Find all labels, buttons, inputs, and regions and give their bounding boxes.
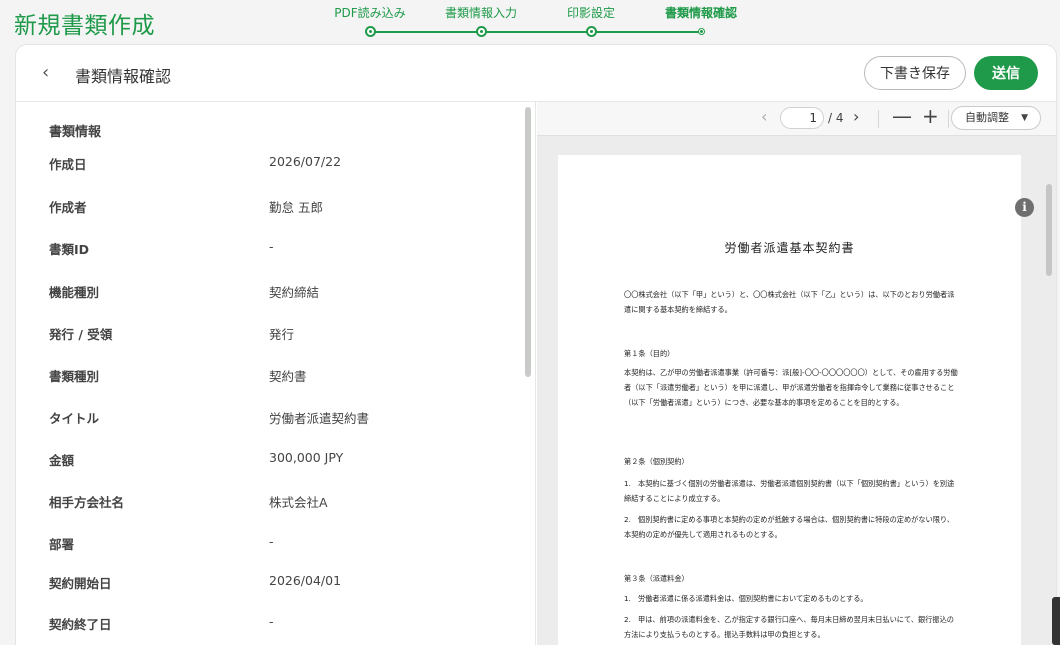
pdf-page: 労働者派遣基本契約書 〇〇株式会社（以下「甲」という）と、〇〇株式会社（以下「乙… — [558, 155, 1021, 645]
app-title: 新規書類作成 — [14, 13, 155, 39]
field-value: 2026/07/22 — [269, 154, 342, 169]
article-item: 1. 労働者派遣に係る派遣料金は、個別契約書において定めるものとする。 — [624, 594, 868, 603]
field-label: 発行 / 受領 — [49, 327, 113, 342]
article-item: 2. 甲は、前項の派遣料金を、乙が指定する銀行口座へ、毎月末日締め翌月末日払いに… — [624, 615, 954, 639]
chevron-left-icon[interactable]: ‹ — [761, 107, 767, 126]
section-title: 書類情報 — [49, 125, 102, 140]
article-heading: 第２条（個別契約） — [624, 457, 689, 466]
field-label: 機能種別 — [49, 285, 100, 300]
step-label: 書類情報確認 — [664, 6, 737, 20]
article-item: 1. 本契約に基づく個別の労働者派遣は、労働者派遣個別契約書（以下「個別契約書」… — [624, 479, 955, 503]
field-value: - — [269, 239, 274, 254]
field-label: 金額 — [49, 453, 75, 468]
toolbar-divider — [878, 110, 879, 128]
field-label: 書類ID — [49, 242, 90, 257]
save-draft-button[interactable]: 下書き保存 — [864, 56, 966, 90]
pdf-toolbar: ‹ / 4 › — + 自動調整 ▼ — [537, 102, 1056, 136]
field-label: 相手方会社名 — [49, 495, 125, 510]
zoom-select-label: 自動調整 — [965, 111, 1009, 124]
send-button[interactable]: 送信 — [974, 56, 1038, 90]
step-label: 書類情報入力 — [444, 6, 517, 20]
side-panel-tab[interactable] — [1052, 597, 1060, 645]
document-preamble: 〇〇株式会社（以下「甲」という）と、〇〇株式会社（以下「乙」という）は、以下のと… — [624, 290, 955, 314]
field-label: 契約終了日 — [49, 617, 112, 632]
step-doc-info-input[interactable]: 書類情報入力 — [426, 5, 536, 37]
step-current-dot — [697, 28, 705, 35]
step-done-dot — [364, 26, 376, 37]
field-contract-end: 契約終了日 - — [16, 614, 521, 645]
step-done-dot — [585, 26, 597, 37]
field-label: 作成者 — [49, 200, 87, 215]
field-amount: 金額 300,000 JPY — [16, 450, 521, 492]
panel-scrollbar[interactable] — [525, 107, 531, 377]
field-value: 2026/04/01 — [269, 573, 342, 588]
document-info-panel: 書類情報 作成日 2026/07/22 作成者 勤怠 五郎 書類ID - 機能種… — [16, 102, 536, 645]
field-counterparty: 相手方会社名 株式会社A — [16, 492, 521, 534]
field-document-type: 書類種別 契約書 — [16, 366, 521, 408]
caret-down-icon: ▼ — [1021, 113, 1028, 123]
field-function-type: 機能種別 契約締結 — [16, 282, 521, 324]
article-heading: 第１条（目的） — [624, 349, 675, 358]
progress-stepper: PDF読み込み 書類情報入力 印影設定 書類情報確認 — [330, 5, 750, 41]
field-value: 株式会社A — [269, 495, 328, 510]
step-doc-info-confirm[interactable]: 書類情報確認 — [646, 5, 756, 35]
field-label: 契約開始日 — [49, 576, 112, 591]
step-pdf-import[interactable]: PDF読み込み — [315, 5, 425, 37]
zoom-out-icon[interactable]: — — [892, 104, 912, 128]
zoom-select[interactable]: 自動調整 ▼ — [951, 106, 1041, 130]
field-value: 契約締結 — [269, 285, 320, 300]
field-value: 労働者派遣契約書 — [269, 411, 370, 426]
page-total: / 4 — [828, 111, 844, 125]
field-label: タイトル — [49, 411, 100, 426]
field-issue-receive: 発行 / 受領 発行 — [16, 324, 521, 366]
field-created-date: 作成日 2026/07/22 — [16, 154, 521, 196]
viewer-scrollbar[interactable] — [1046, 184, 1052, 276]
document-title: 労働者派遣基本契約書 — [724, 241, 855, 255]
field-creator: 作成者 勤怠 五郎 — [16, 197, 521, 239]
step-done-dot — [475, 26, 487, 37]
field-value: 勤怠 五郎 — [269, 200, 323, 215]
article-body: 本契約は、乙が甲の労働者派遣事業（許可番号：派[般]-〇〇-〇〇〇〇〇〇）として… — [624, 368, 958, 407]
info-icon[interactable]: i — [1015, 198, 1034, 217]
chevron-right-icon[interactable]: › — [853, 107, 859, 126]
field-title: タイトル 労働者派遣契約書 — [16, 408, 521, 450]
field-label: 書類種別 — [49, 369, 100, 384]
main-card: ‹ 書類情報確認 下書き保存 送信 書類情報 作成日 2026/07/22 作成… — [15, 44, 1057, 645]
pdf-viewer: ‹ / 4 › — + 自動調整 ▼ 労働者派遣基本契約書 〇〇株式会社（以下「… — [537, 102, 1056, 645]
field-contract-start: 契約開始日 2026/04/01 — [16, 573, 521, 615]
field-value: 発行 — [269, 327, 295, 342]
step-seal-settings[interactable]: 印影設定 — [536, 5, 646, 37]
page-number-input[interactable] — [780, 107, 824, 129]
field-value: - — [269, 534, 274, 549]
page-title: 書類情報確認 — [75, 67, 172, 86]
field-label: 作成日 — [49, 157, 87, 172]
zoom-in-icon[interactable]: + — [922, 104, 939, 128]
toolbar-divider — [948, 110, 949, 128]
card-header: ‹ 書類情報確認 下書き保存 送信 — [16, 45, 1056, 102]
field-label: 部署 — [49, 537, 75, 552]
field-value: - — [269, 614, 274, 629]
field-document-id: 書類ID - — [16, 239, 521, 281]
chevron-left-icon[interactable]: ‹ — [42, 63, 60, 83]
field-value: 300,000 JPY — [269, 450, 344, 465]
field-value: 契約書 — [269, 369, 307, 384]
article-item: 2. 個別契約書に定める事項と本契約の定めが抵触する場合は、個別契約書に特段の定… — [624, 515, 955, 539]
step-label: PDF読み込み — [334, 6, 406, 20]
field-department: 部署 - — [16, 534, 521, 576]
step-label: 印影設定 — [566, 6, 615, 20]
article-heading: 第３条（派遣料金） — [624, 574, 689, 583]
